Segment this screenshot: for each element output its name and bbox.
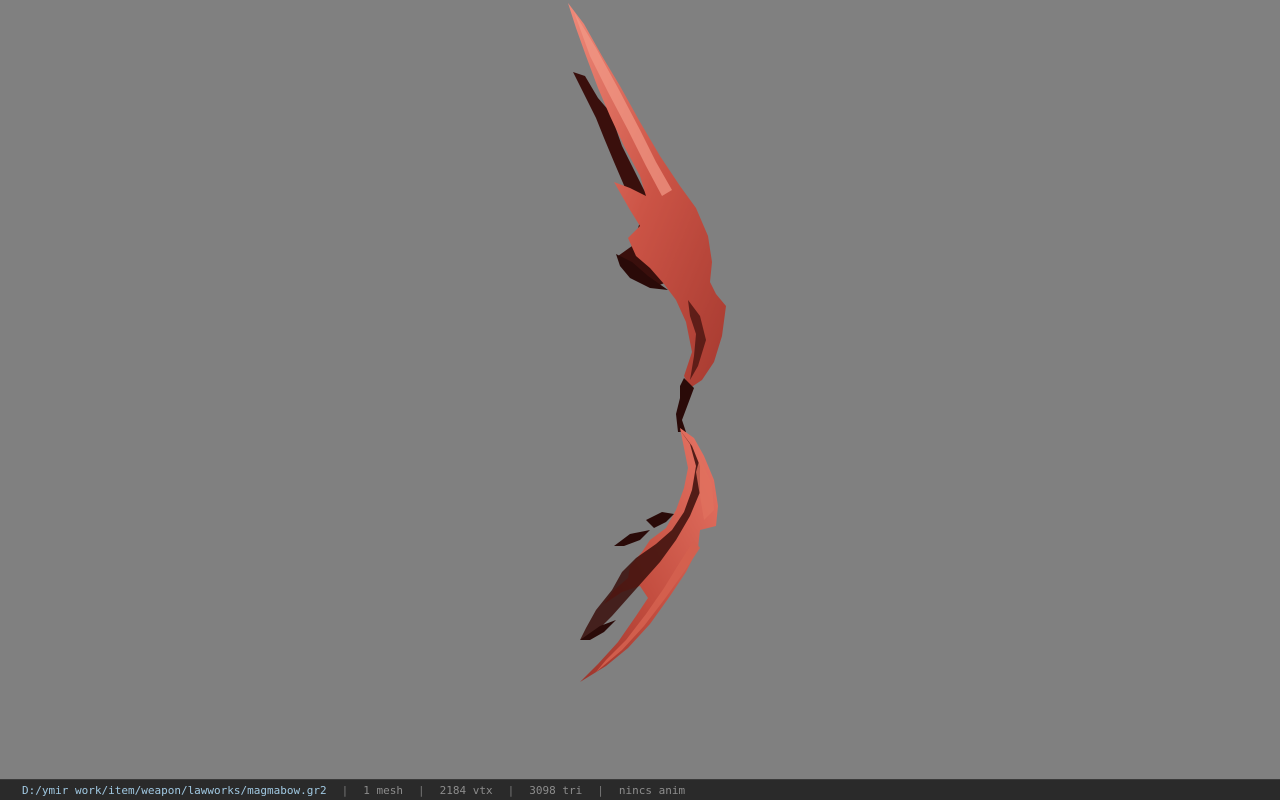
- separator: |: [418, 783, 425, 797]
- grip: [676, 378, 694, 432]
- file-path: D:/ymir work/item/weapon/lawworks/magmab…: [22, 783, 327, 797]
- triangle-count: 3098 tri: [529, 783, 583, 797]
- separator: |: [341, 783, 349, 797]
- status-bar: D:/ymir work/item/weapon/lawworks/magmab…: [0, 779, 1280, 800]
- magma-bow-model: [568, 3, 726, 682]
- animation-status: nincs anim: [618, 783, 686, 797]
- lower-claw-side: [614, 530, 650, 546]
- separator: |: [597, 783, 604, 797]
- separator: |: [507, 783, 515, 797]
- vertex-count: 2184 vtx: [439, 783, 493, 797]
- mesh-count: 1 mesh: [363, 783, 404, 797]
- 3d-viewport[interactable]: [0, 0, 1280, 779]
